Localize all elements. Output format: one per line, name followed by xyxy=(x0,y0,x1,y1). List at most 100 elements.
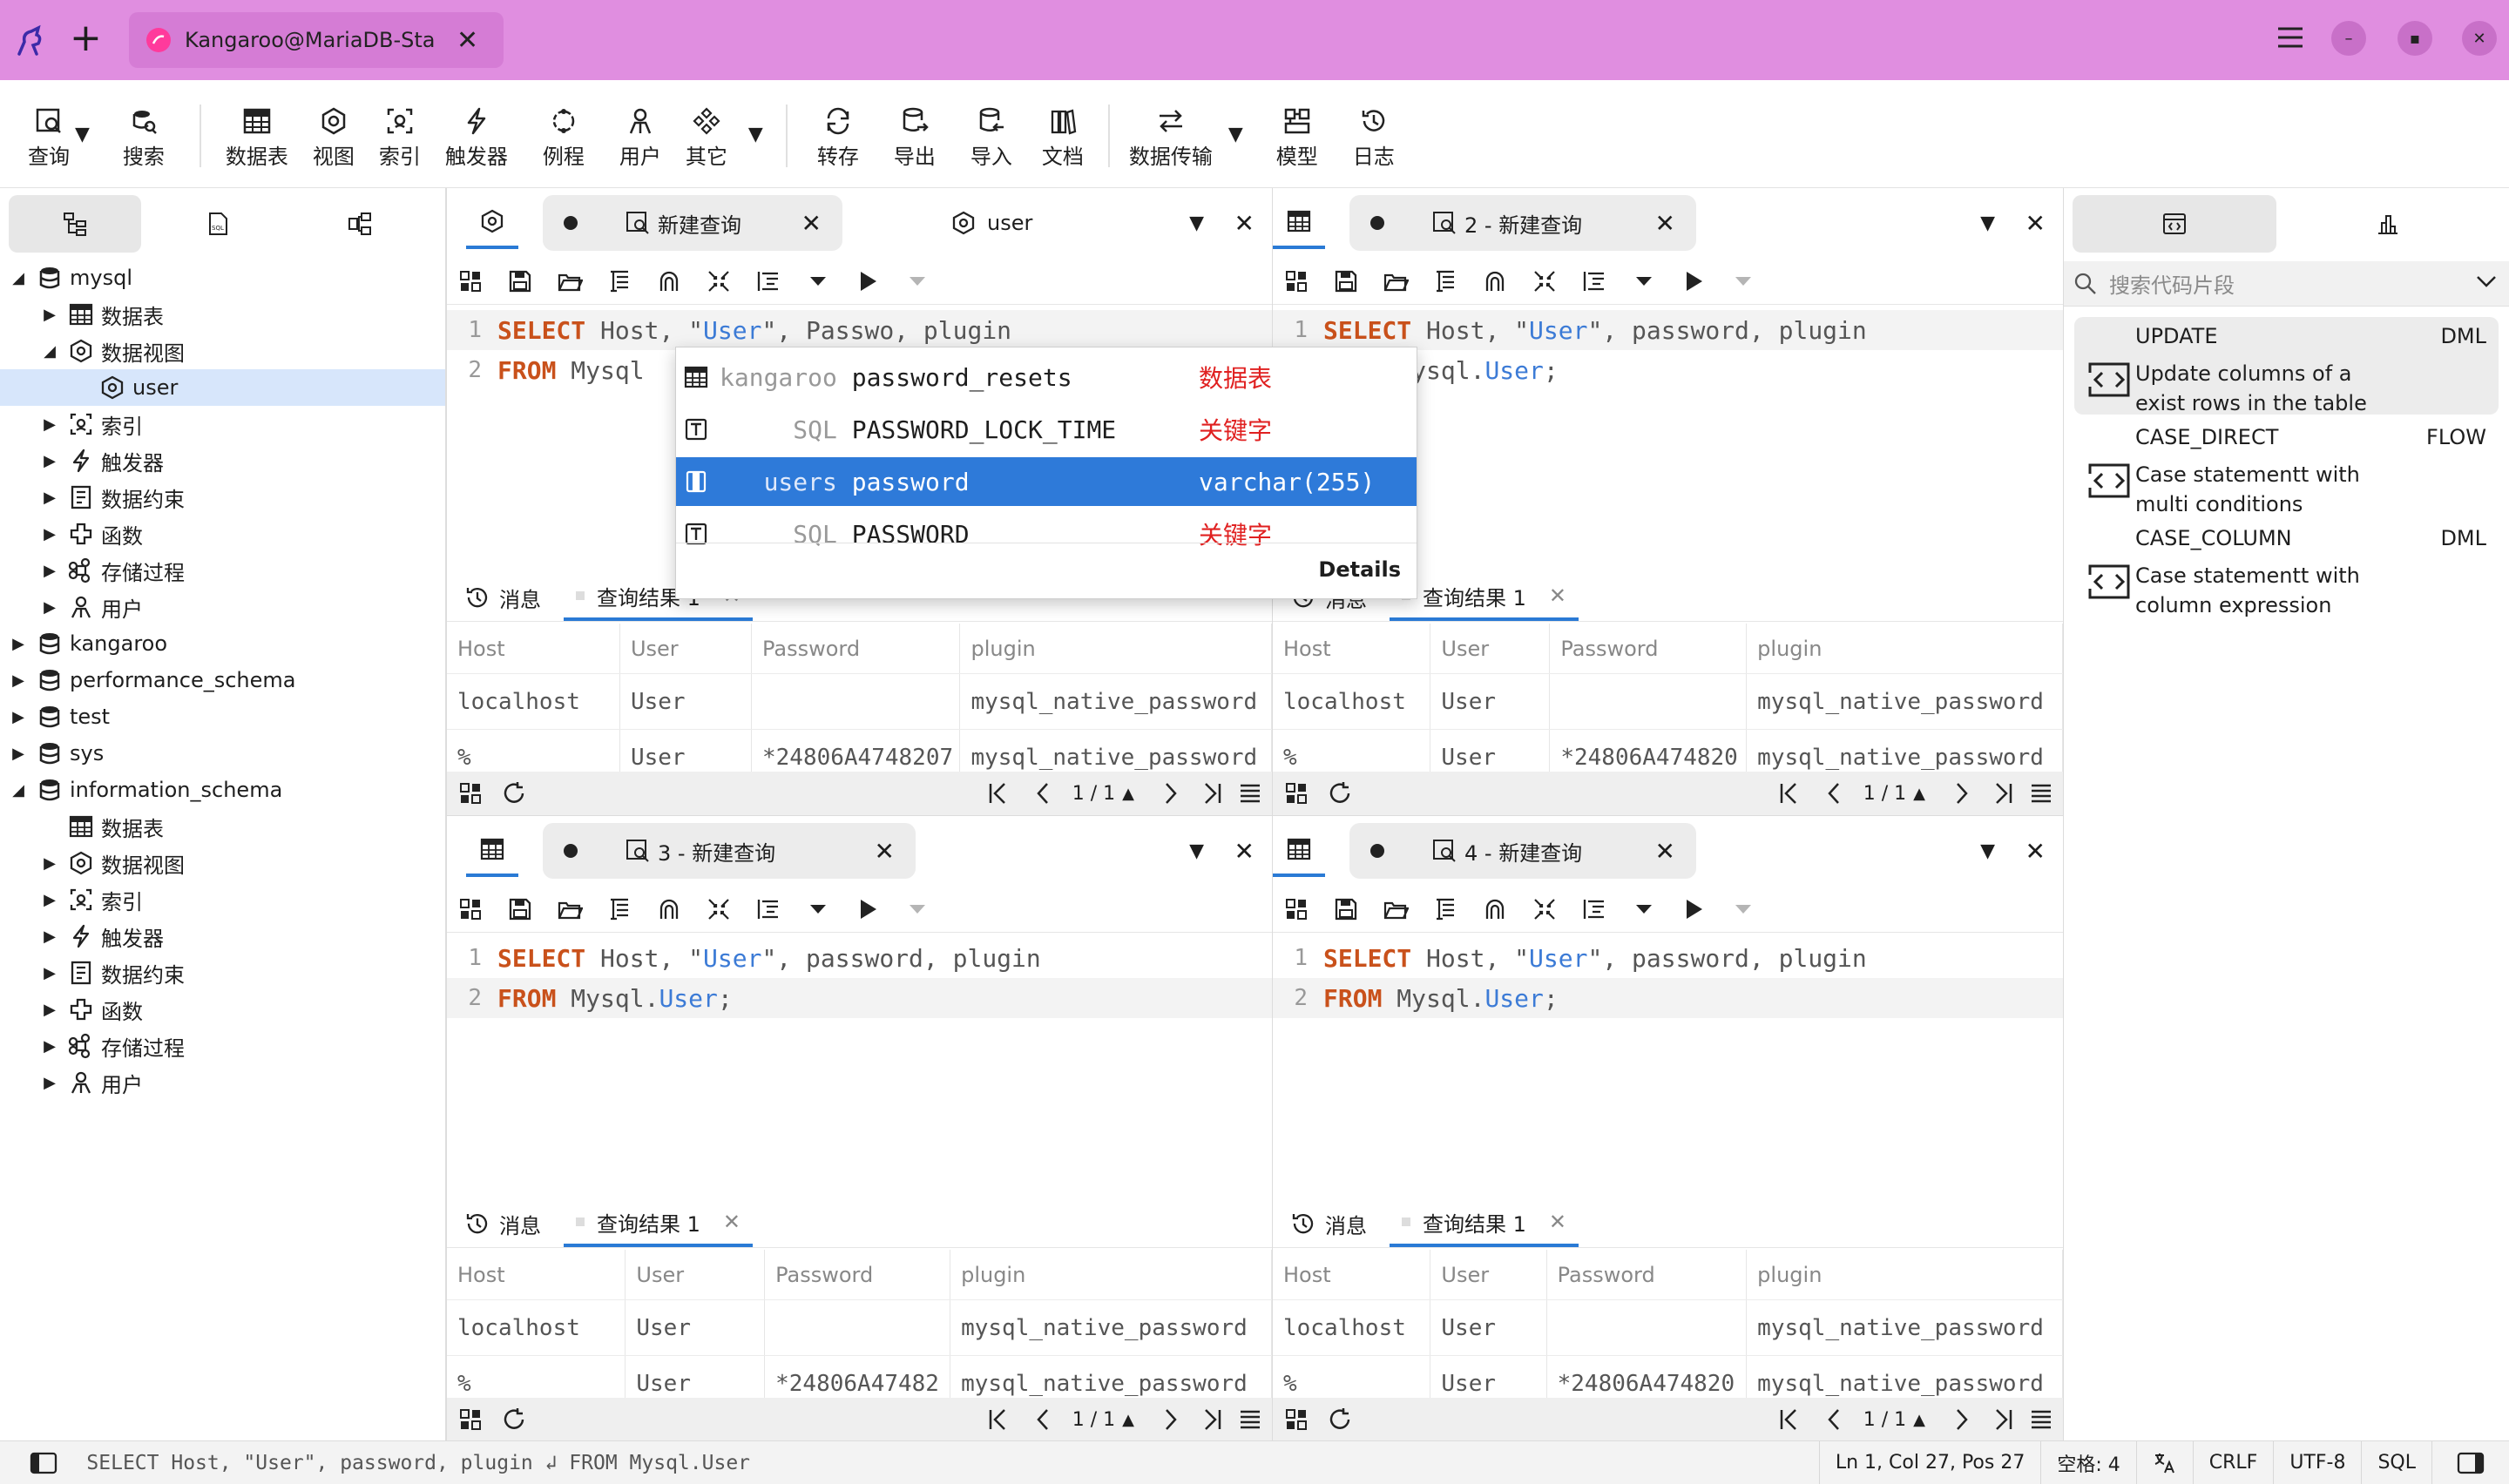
tab-new-query-4[interactable]: 4 - 新建查询 ✕ xyxy=(1349,823,1696,879)
tree-item[interactable]: ▶ sys xyxy=(0,735,445,772)
page-up-icon[interactable]: ▲ xyxy=(1122,1411,1134,1429)
table-cell[interactable]: User xyxy=(1430,1300,1547,1355)
toggle-right-panel-icon[interactable] xyxy=(2431,1441,2509,1484)
expand-right-arrow-icon[interactable]: ▶ xyxy=(9,744,28,763)
save-icon[interactable] xyxy=(1333,268,1359,294)
grid-view-icon[interactable] xyxy=(457,780,484,806)
table-row[interactable]: % User *24806A4748207 mysql_native_password xyxy=(447,730,1272,772)
tab-list-dropdown-icon[interactable]: ▼ xyxy=(1189,840,1204,862)
format-icon[interactable] xyxy=(1283,896,1309,922)
sql-editor[interactable]: 1SELECT Host, "User", password, plugin 2… xyxy=(1273,938,2063,1018)
close-result-icon[interactable]: ✕ xyxy=(1549,583,1566,608)
tree-item[interactable]: ▶ 用户 xyxy=(0,1064,445,1101)
table-cell[interactable]: User xyxy=(620,730,752,772)
indent-icon[interactable] xyxy=(1581,268,1607,294)
collapse-icon[interactable] xyxy=(1532,896,1558,922)
close-result-icon[interactable]: ✕ xyxy=(1549,1210,1566,1234)
beautify-icon[interactable] xyxy=(1432,896,1458,922)
tree-item[interactable]: ▶ 索引 xyxy=(0,881,445,918)
table-cell[interactable]: User xyxy=(626,1356,766,1398)
run-dropdown-icon[interactable] xyxy=(1730,268,1756,294)
column-header[interactable]: plugin xyxy=(1747,1250,2063,1299)
expand-right-arrow-icon[interactable]: ▶ xyxy=(40,561,59,580)
save-icon[interactable] xyxy=(507,268,533,294)
tree-item[interactable]: 数据表 xyxy=(0,808,445,845)
chevron-down-icon[interactable] xyxy=(2473,268,2499,294)
table-tab-icon[interactable] xyxy=(466,825,518,877)
tab-new-query-2[interactable]: 2 - 新建查询 ✕ xyxy=(1349,195,1696,251)
autocomplete-item[interactable]: kangaroo password_resets 数据表 xyxy=(676,353,1417,401)
messages-tab[interactable]: 消息 xyxy=(447,1200,553,1247)
table-cell[interactable]: mysql_native_password xyxy=(950,1300,1272,1355)
toolbar-dump-button[interactable]: 转存 xyxy=(805,106,871,176)
grid-view-icon[interactable] xyxy=(457,1406,484,1433)
next-page-icon[interactable] xyxy=(1948,780,1974,806)
table-tab-icon[interactable] xyxy=(1273,825,1325,877)
tree-item[interactable]: ◢ mysql xyxy=(0,260,445,296)
table-cell[interactable]: localhost xyxy=(447,1300,626,1355)
indent-icon[interactable] xyxy=(1581,896,1607,922)
column-header[interactable]: Password xyxy=(1547,1250,1748,1299)
last-page-icon[interactable] xyxy=(1199,1406,1225,1433)
toolbar-other-button[interactable]: 其它 xyxy=(679,106,734,176)
tree-item[interactable]: ▶ 函数 xyxy=(0,991,445,1028)
table-row[interactable]: localhost User mysql_native_password xyxy=(1273,1300,2063,1356)
other-dropdown-icon[interactable]: ▼ xyxy=(748,124,763,145)
table-cell[interactable]: *24806A4748207 xyxy=(752,730,961,772)
close-pane-icon[interactable]: ✕ xyxy=(1234,209,1254,238)
tree-item[interactable]: ▶ 数据约束 xyxy=(0,954,445,991)
list-menu-icon[interactable] xyxy=(1237,780,1263,806)
first-page-icon[interactable] xyxy=(985,1406,1011,1433)
explain-icon[interactable] xyxy=(656,268,682,294)
page-up-icon[interactable]: ▲ xyxy=(1122,785,1134,803)
prev-page-icon[interactable] xyxy=(1031,780,1057,806)
expand-right-arrow-icon[interactable]: ▶ xyxy=(9,707,28,726)
status-encoding[interactable]: UTF-8 xyxy=(2273,1441,2361,1484)
tree-item[interactable]: ◢ 数据视图 xyxy=(0,333,445,369)
first-page-icon[interactable] xyxy=(985,780,1011,806)
grid-view-icon[interactable] xyxy=(1283,780,1309,806)
indent-icon[interactable] xyxy=(755,268,781,294)
expand-down-arrow-icon[interactable]: ◢ xyxy=(9,780,28,799)
format-icon[interactable] xyxy=(1283,268,1309,294)
format-icon[interactable] xyxy=(457,896,484,922)
table-cell[interactable]: User xyxy=(1430,730,1551,772)
expand-down-arrow-icon[interactable]: ◢ xyxy=(40,341,59,361)
table-cell[interactable] xyxy=(1550,674,1748,729)
table-cell[interactable]: User xyxy=(626,1300,766,1355)
snippet-search[interactable]: 搜索代码片段 xyxy=(2064,261,2509,307)
column-header[interactable]: Password xyxy=(1550,624,1748,673)
next-page-icon[interactable] xyxy=(1157,780,1183,806)
page-indicator[interactable]: 1 / 1 xyxy=(1072,783,1115,805)
table-cell[interactable]: User xyxy=(1430,674,1551,729)
result-tab[interactable]: 查询结果 1✕ xyxy=(564,1200,754,1247)
table-cell[interactable]: mysql_native_password xyxy=(1747,730,2063,772)
autocomplete-item[interactable]: users password varchar(255) xyxy=(676,457,1417,506)
table-cell[interactable] xyxy=(765,1300,951,1355)
messages-tab[interactable]: 消息 xyxy=(447,574,553,621)
column-header[interactable]: plugin xyxy=(960,624,1272,673)
status-indent[interactable]: 空格: 4 xyxy=(2040,1441,2135,1484)
prev-page-icon[interactable] xyxy=(1031,1406,1057,1433)
page-up-icon[interactable]: ▲ xyxy=(1913,785,1925,803)
tree-item[interactable]: ▶ 数据约束 xyxy=(0,479,445,516)
first-page-icon[interactable] xyxy=(1776,780,1802,806)
expand-right-arrow-icon[interactable]: ▶ xyxy=(40,597,59,617)
toolbar-indexes-button[interactable]: 索引 xyxy=(372,106,428,176)
expand-right-arrow-icon[interactable]: ▶ xyxy=(40,1000,59,1019)
dropdown-icon[interactable] xyxy=(805,896,831,922)
close-tab-icon[interactable]: ✕ xyxy=(801,209,822,238)
tab-user-view[interactable]: user xyxy=(950,210,1032,236)
page-indicator[interactable]: 1 / 1 xyxy=(1863,783,1906,805)
tree-item[interactable]: ▶ 触发器 xyxy=(0,442,445,479)
toolbar-routines-button[interactable]: 例程 xyxy=(525,106,602,176)
tab-list-dropdown-icon[interactable]: ▼ xyxy=(1980,212,1995,234)
run-dropdown-icon[interactable] xyxy=(904,268,930,294)
toolbar-model-button[interactable]: 模型 xyxy=(1259,106,1336,176)
snippets-tab-code[interactable] xyxy=(2073,195,2276,253)
tree-item[interactable]: ▶ performance_schema xyxy=(0,662,445,698)
table-cell[interactable]: mysql_native_password xyxy=(960,730,1272,772)
expand-right-arrow-icon[interactable]: ▶ xyxy=(40,927,59,946)
table-cell[interactable] xyxy=(1547,1300,1748,1355)
run-icon[interactable] xyxy=(1681,268,1707,294)
